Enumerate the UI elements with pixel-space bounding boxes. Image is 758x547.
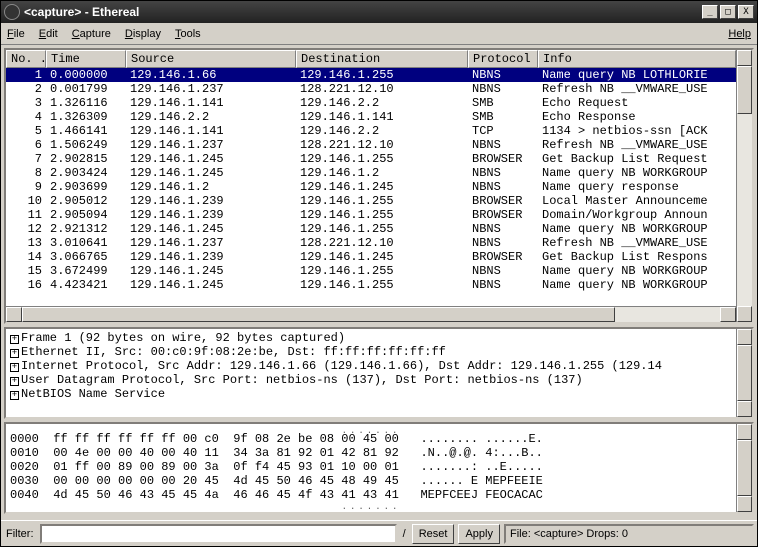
apply-button[interactable]: Apply [458,524,500,544]
packet-row[interactable]: 153.672499129.146.1.245129.146.1.255NBNS… [6,264,736,278]
window-buttons: _ □ X [702,5,754,19]
packet-list-hscroll[interactable] [6,306,736,322]
maximize-button[interactable]: □ [720,5,736,19]
filter-input[interactable] [40,524,397,544]
tree-item[interactable]: +User Datagram Protocol, Src Port: netbi… [10,373,732,387]
tree-vscroll[interactable] [736,329,752,417]
packet-list-vscroll[interactable] [736,50,752,322]
packet-row[interactable]: 72.902815129.146.1.245129.146.1.255BROWS… [6,152,736,166]
menu-edit[interactable]: Edit [39,28,58,40]
packet-row[interactable]: 92.903699129.146.1.2129.146.1.245NBNSNam… [6,180,736,194]
proto-tree-body[interactable]: +Frame 1 (92 bytes on wire, 92 bytes cap… [6,329,736,417]
status-bar: Filter: / Reset Apply File: <capture> Dr… [1,520,757,546]
packet-row[interactable]: 61.506249129.146.1.237128.221.12.10NBNSR… [6,138,736,152]
close-button[interactable]: X [738,5,754,19]
col-protocol[interactable]: Protocol [468,50,538,68]
menu-help[interactable]: Help [728,28,751,40]
hex-row[interactable]: 0010 00 4e 00 00 40 00 40 11 34 3a 81 92… [10,446,732,460]
filter-label: Filter: [4,528,36,540]
hex-dump-body[interactable]: .......0000 ff ff ff ff ff ff 00 c0 9f 0… [6,424,736,512]
packet-row[interactable]: 164.423421129.146.1.245129.146.1.255NBNS… [6,278,736,292]
tree-item[interactable]: +Frame 1 (92 bytes on wire, 92 bytes cap… [10,331,732,345]
packet-row[interactable]: 20.001799129.146.1.237128.221.12.10NBNSR… [6,82,736,96]
hex-row[interactable]: 0000 ff ff ff ff ff ff 00 c0 9f 08 2e be… [10,432,732,446]
menu-display[interactable]: Display [125,28,161,40]
packet-row[interactable]: 133.010641129.146.1.237128.221.12.10NBNS… [6,236,736,250]
menu-capture[interactable]: Capture [72,28,111,40]
tree-item[interactable]: +Ethernet II, Src: 00:c0:9f:08:2e:be, Ds… [10,345,732,359]
scroll-up-icon[interactable] [737,329,752,345]
hex-row[interactable]: 0020 01 ff 00 89 00 89 00 3a 0f f4 45 93… [10,460,732,474]
packet-row[interactable]: 41.326309129.146.2.2129.146.1.141SMBEcho… [6,110,736,124]
reset-button[interactable]: Reset [412,524,455,544]
app-icon [4,4,20,20]
menu-file[interactable]: File [7,28,25,40]
packet-list-body[interactable]: 10.000000129.146.1.66129.146.1.255NBNSNa… [6,68,736,306]
tree-item[interactable]: +NetBIOS Name Service [10,387,732,401]
minimize-button[interactable]: _ [702,5,718,19]
status-text: File: <capture> Drops: 0 [504,524,754,544]
packet-row[interactable]: 31.326116129.146.1.141129.146.2.2SMBEcho… [6,96,736,110]
packet-row[interactable]: 51.466141129.146.1.141129.146.2.2TCP1134… [6,124,736,138]
menu-tools[interactable]: Tools [175,28,201,40]
expand-icon[interactable]: + [10,377,19,386]
scroll-left-icon[interactable] [6,307,22,322]
proto-tree-pane: +Frame 1 (92 bytes on wire, 92 bytes cap… [4,327,754,419]
content-area: No. . Time Source Destination Protocol I… [1,45,757,520]
col-no[interactable]: No. . [6,50,46,68]
col-destination[interactable]: Destination [296,50,468,68]
hex-row[interactable]: 0030 00 00 00 00 00 00 20 45 4d 45 50 46… [10,474,732,488]
packet-list-pane: No. . Time Source Destination Protocol I… [4,48,754,324]
packet-list-header: No. . Time Source Destination Protocol I… [6,50,736,68]
scroll-down-icon[interactable] [737,401,752,417]
hex-vscroll[interactable] [736,424,752,512]
packet-row[interactable]: 10.000000129.146.1.66129.146.1.255NBNSNa… [6,68,736,82]
scroll-right-icon[interactable] [720,307,736,322]
packet-row[interactable]: 102.905012129.146.1.239129.146.1.255BROW… [6,194,736,208]
expand-icon[interactable]: + [10,349,19,358]
scroll-down-icon[interactable] [737,496,752,512]
expand-icon[interactable]: + [10,391,19,400]
menu-bar: File Edit Capture Display Tools Help [1,23,757,45]
main-window: <capture> - Ethereal _ □ X File Edit Cap… [0,0,758,547]
scroll-up-icon[interactable] [737,50,752,66]
col-time[interactable]: Time [46,50,126,68]
packet-row[interactable]: 112.905094129.146.1.239129.146.1.255BROW… [6,208,736,222]
filter-separator: / [401,528,408,540]
expand-icon[interactable]: + [10,363,19,372]
hex-row[interactable]: 0040 4d 45 50 46 43 45 45 4a 46 46 45 4f… [10,488,732,502]
packet-row[interactable]: 143.066765129.146.1.239129.146.1.245BROW… [6,250,736,264]
expand-icon[interactable]: + [10,335,19,344]
tree-item[interactable]: +Internet Protocol, Src Addr: 129.146.1.… [10,359,732,373]
packet-row[interactable]: 82.903424129.146.1.245129.146.1.2NBNSNam… [6,166,736,180]
col-source[interactable]: Source [126,50,296,68]
packet-row[interactable]: 122.921312129.146.1.245129.146.1.255NBNS… [6,222,736,236]
scroll-up-icon[interactable] [737,424,752,440]
col-info[interactable]: Info [538,50,736,68]
title-bar: <capture> - Ethereal _ □ X [1,1,757,23]
scroll-down-icon[interactable] [737,306,752,322]
hex-dump-pane: .......0000 ff ff ff ff ff ff 00 c0 9f 0… [4,422,754,514]
window-title: <capture> - Ethereal [24,5,702,19]
